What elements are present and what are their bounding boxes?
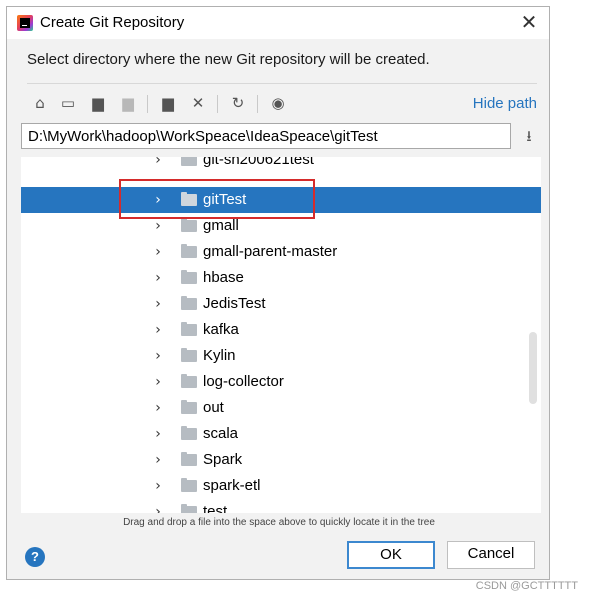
chevron-right-icon[interactable]: › [151,473,165,499]
dialog-description: Select directory where the new Git repos… [27,51,430,68]
tree-item-label: gitTest [203,191,247,208]
tree-item-label: scala [203,425,239,442]
chevron-right-icon[interactable]: › [151,395,165,421]
folder-icon [181,218,197,232]
folder-icon [181,157,197,166]
folder-icon [181,322,197,336]
create-git-repository-dialog: Create Git Repository ✕ Select directory… [6,6,550,580]
folder-icon [181,478,197,492]
chevron-right-icon[interactable]: › [151,187,165,213]
path-input[interactable] [21,123,511,149]
folder-icon [181,296,197,310]
cancel-button[interactable]: Cancel [447,541,535,569]
folder-icon [181,244,197,258]
folder-icon [181,400,197,414]
tree-scrollbar[interactable] [529,332,537,404]
delete-icon[interactable]: ✕ [187,91,209,115]
chevron-right-icon[interactable]: › [151,291,165,317]
chevron-right-icon[interactable]: › [151,369,165,395]
folder-icon [181,374,197,388]
folder-icon [181,348,197,362]
show-hidden-icon[interactable]: ◉ [267,91,289,115]
tree-item-label: git-sh200621test [203,157,314,168]
download-icon[interactable]: ⭳ [517,124,541,148]
tree-item-label: test [203,503,228,513]
close-button[interactable]: ✕ [517,11,541,35]
tree-item-label: gmall [203,217,239,234]
module-folder-icon[interactable]: ▆ [117,91,139,115]
dialog-title: Create Git Repository [40,14,185,31]
project-folder-icon[interactable]: ▆ [87,91,109,115]
chevron-right-icon[interactable]: › [151,157,165,173]
new-folder-icon[interactable]: ▆ [157,91,179,115]
tree-item-label: hbase [203,269,244,286]
tree-item-label: out [203,399,224,416]
chevron-right-icon[interactable]: › [151,239,165,265]
directory-tree[interactable]: › git-sh200621test › gitTest › gmall › g… [21,157,541,513]
tree-item[interactable]: › gmall-parent-master [21,239,541,265]
chevron-right-icon[interactable]: › [151,421,165,447]
desktop-icon[interactable]: ▭ [57,91,79,115]
tree-item[interactable]: › spark-etl [21,473,541,499]
tree-item[interactable]: › Spark [21,447,541,473]
title-bar: Create Git Repository ✕ [7,7,549,39]
help-button[interactable]: ? [25,547,45,567]
chevron-right-icon[interactable]: › [151,265,165,291]
intellij-idea-icon [17,15,33,31]
folder-icon [181,504,197,513]
tree-item[interactable]: › git-sh200621test [21,157,541,173]
tree-item-selected[interactable]: › gitTest [21,187,541,213]
tree-item-label: JedisTest [203,295,266,312]
watermark: CSDN @GCTTTTTT [475,580,578,592]
tree-item[interactable]: › scala [21,421,541,447]
tree-item-label: Spark [203,451,243,468]
tree-item[interactable]: › test [21,499,541,513]
home-icon[interactable]: ⌂ [29,91,51,115]
tree-item-label: log-collector [203,373,284,390]
drag-drop-hint: Drag and drop a file into the space abov… [123,517,435,528]
chevron-right-icon[interactable]: › [151,317,165,343]
folder-icon [181,270,197,284]
toolbar-separator [147,95,148,113]
tree-item[interactable]: › Kylin [21,343,541,369]
tree-item[interactable]: › kafka [21,317,541,343]
refresh-icon[interactable]: ↻ [227,91,249,115]
tree-item-label: Kylin [203,347,236,364]
toolbar-separator [217,95,218,113]
tree-item-label: kafka [203,321,239,338]
folder-icon [181,452,197,466]
ok-button[interactable]: OK [347,541,435,569]
tree-item-label: gmall-parent-master [203,243,338,260]
chevron-right-icon[interactable]: › [151,343,165,369]
file-chooser-toolbar: ⌂ ▭ ▆ ▆ ▆ ✕ ↻ ◉ Hide path [27,91,537,117]
tree-item[interactable]: › log-collector [21,369,541,395]
tree-item[interactable]: › JedisTest [21,291,541,317]
folder-icon [181,192,197,206]
toolbar-separator [257,95,258,113]
tree-item-label: spark-etl [203,477,261,494]
divider [27,83,537,84]
chevron-right-icon[interactable]: › [151,213,165,239]
hide-path-link[interactable]: Hide path [473,95,537,112]
tree-item[interactable]: › hbase [21,265,541,291]
tree-item[interactable]: › gmall [21,213,541,239]
tree-item[interactable]: › out [21,395,541,421]
folder-icon [181,426,197,440]
chevron-right-icon[interactable]: › [151,447,165,473]
chevron-right-icon[interactable]: › [151,499,165,513]
